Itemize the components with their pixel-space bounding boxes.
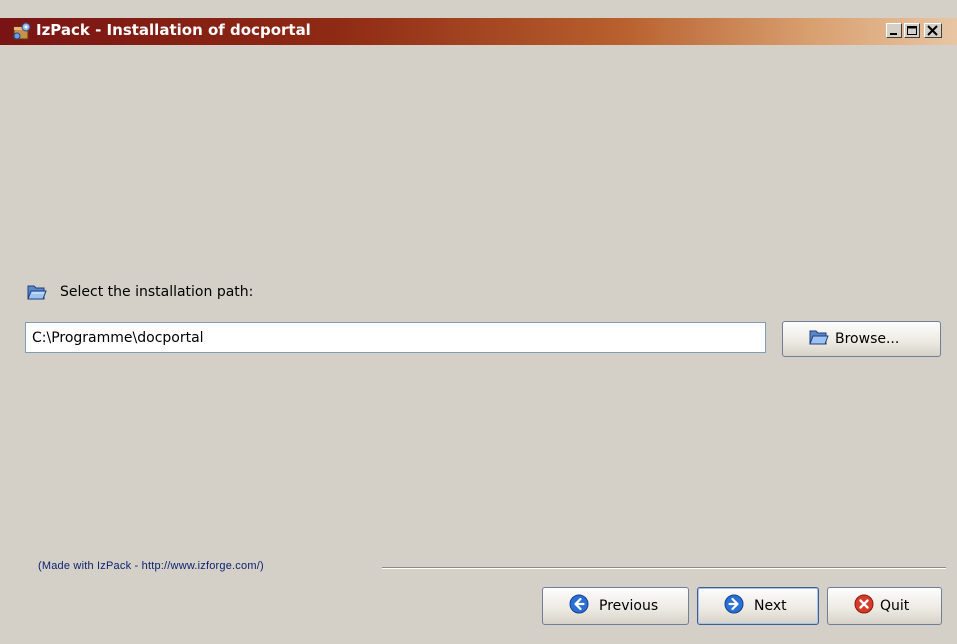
maximize-icon [907, 26, 917, 35]
close-icon [927, 25, 938, 36]
installer-icon [12, 21, 32, 41]
open-folder-icon [27, 283, 47, 301]
arrow-right-icon [724, 594, 744, 618]
previous-button[interactable]: Previous [542, 587, 689, 625]
minimize-icon [890, 33, 897, 35]
next-button[interactable]: Next [697, 587, 819, 625]
open-folder-icon [809, 328, 829, 350]
browse-label: Browse... [835, 331, 900, 347]
maximize-button[interactable] [904, 23, 920, 38]
browse-button[interactable]: Browse... [782, 321, 941, 357]
window-title: IzPack - Installation of docportal [36, 21, 311, 39]
quit-label: Quit [880, 598, 910, 614]
title-bar[interactable]: IzPack - Installation of docportal [0, 18, 957, 45]
minimize-button[interactable] [886, 23, 902, 38]
next-label: Next [754, 598, 787, 614]
installer-window: IzPack - Installation of docportal Selec… [0, 0, 957, 644]
made-with-label: (Made with IzPack - http://www.izforge.c… [38, 560, 264, 572]
quit-button[interactable]: Quit [827, 587, 942, 625]
cancel-icon [854, 594, 874, 618]
close-button[interactable] [924, 23, 942, 38]
previous-label: Previous [599, 598, 659, 614]
footer-separator [382, 567, 946, 569]
installation-path-input[interactable] [25, 322, 766, 353]
path-label: Select the installation path: [60, 284, 254, 300]
arrow-left-icon [569, 594, 589, 618]
